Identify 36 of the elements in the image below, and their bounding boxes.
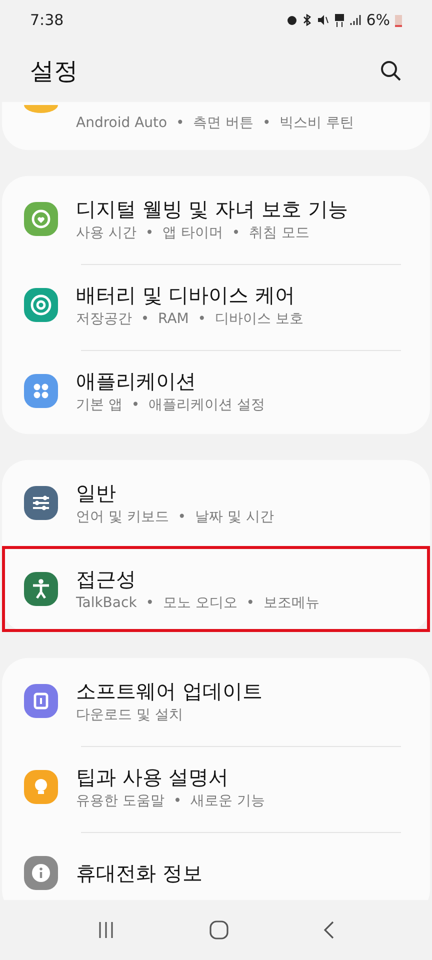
- item-subtitle: TalkBack • 모노 오디오 • 보조메뉴: [76, 594, 320, 613]
- settings-item[interactable]: 배터리 및 디바이스 케어 저장공간 • RAM • 디바이스 보호: [2, 262, 430, 348]
- item-subtitle: 다운로드 및 설치: [76, 706, 184, 725]
- settings-item[interactable]: 디지털 웰빙 및 자녀 보호 기능 사용 시간 • 앱 타이머 • 취침 모드: [2, 176, 430, 262]
- item-title: 디지털 웰빙 및 자녀 보호 기능: [76, 196, 348, 223]
- signal-icon: [350, 14, 362, 26]
- settings-item[interactable]: 일반 언어 및 키보드 • 날짜 및 시간: [2, 460, 430, 546]
- item-title: 팁과 사용 설명서: [76, 764, 230, 791]
- item-subtitle: 유용한 도움말 • 새로운 기능: [76, 792, 265, 811]
- battery-percent: 6%: [366, 10, 390, 31]
- settings-item[interactable]: 팁과 사용 설명서 유용한 도움말 • 새로운 기능: [2, 744, 430, 830]
- page-title: 설정: [30, 56, 78, 87]
- settings-item[interactable]: 애플리케이션 기본 앱 • 애플리케이션 설정: [2, 348, 430, 434]
- search-icon[interactable]: [380, 60, 402, 82]
- item-title: 소프트웨어 업데이트: [76, 678, 262, 705]
- settings-item[interactable]: Android Auto • 측면 버튼 • 빅스비 루틴: [2, 102, 430, 140]
- settings-item[interactable]: 휴대전화 정보: [2, 830, 430, 900]
- battery-icon: [395, 14, 402, 26]
- item-subtitle: 사용 시간 • 앱 타이머 • 취침 모드: [76, 224, 310, 243]
- item-title: 애플리케이션: [76, 368, 197, 395]
- status-time: 7:38: [30, 10, 64, 31]
- item-title: 배터리 및 디바이스 케어: [76, 282, 296, 309]
- item-subtitle: 언어 및 키보드 • 날짜 및 시간: [76, 508, 274, 527]
- mute-icon: [317, 14, 330, 26]
- back-icon[interactable]: [323, 921, 335, 939]
- item-title: 일반: [76, 480, 117, 507]
- settings-item[interactable]: 접근성 TalkBack • 모노 오디오 • 보조메뉴: [2, 546, 430, 632]
- item-title: 휴대전화 정보: [76, 860, 202, 887]
- bluetooth-icon: [303, 14, 312, 26]
- item-subtitle: 기본 앱 • 애플리케이션 설정: [76, 396, 265, 415]
- settings-item[interactable]: 소프트웨어 업데이트 다운로드 및 설치: [2, 658, 430, 744]
- recent-apps-icon[interactable]: [97, 921, 115, 939]
- item-title: 접근성: [76, 566, 137, 593]
- home-icon[interactable]: [209, 920, 229, 940]
- item-subtitle: 저장공간 • RAM • 디바이스 보호: [76, 310, 304, 329]
- item-subtitle: Android Auto • 측면 버튼 • 빅스비 루틴: [76, 114, 354, 133]
